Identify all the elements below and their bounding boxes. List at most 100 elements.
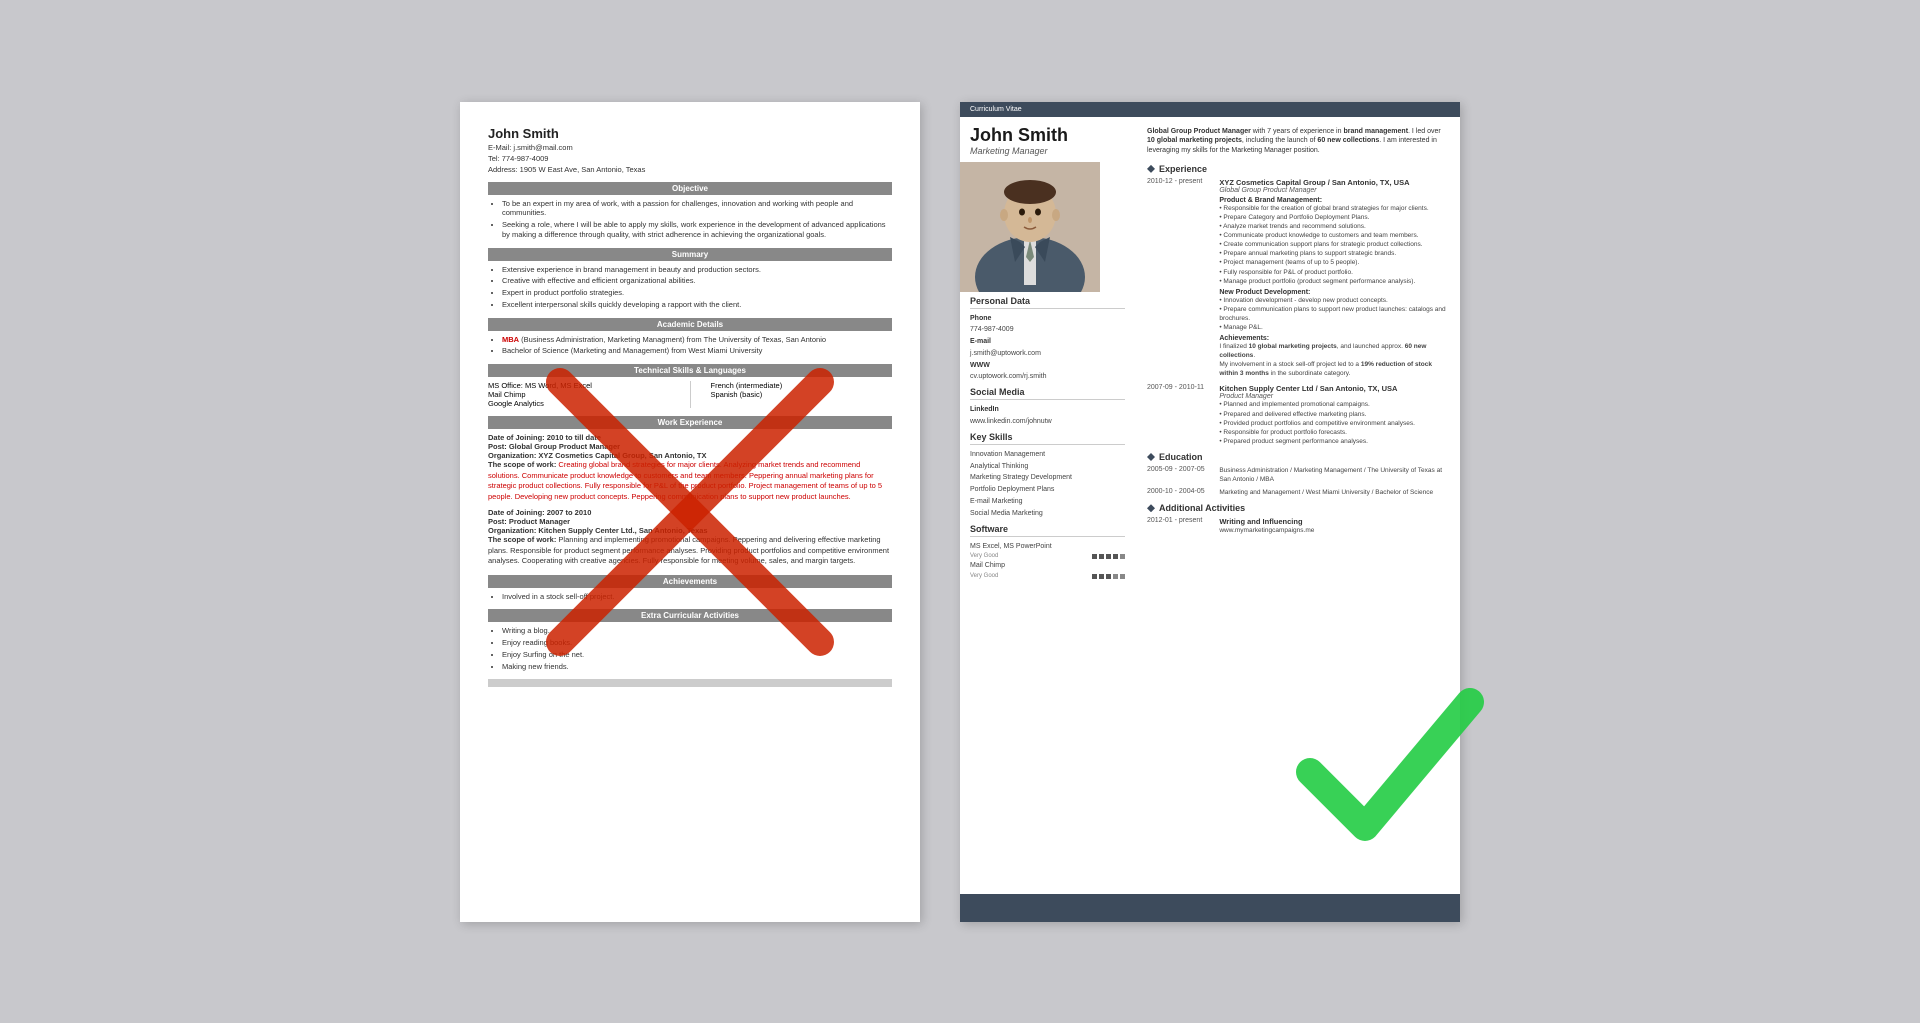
summary-list: Extensive experience in brand management… <box>488 265 892 310</box>
act1-text: www.mymarketingcampaigns.me <box>1219 526 1448 535</box>
npd-b2: • Prepare communication plans to support… <box>1219 305 1448 323</box>
job2-b1: • Planned and implemented promotional ca… <box>1219 400 1448 409</box>
social-title: Social Media <box>970 387 1125 400</box>
pb-b9: • Manage product portfolio (product segm… <box>1219 277 1448 286</box>
edu1-text: Business Administration / Marketing Mana… <box>1219 466 1448 484</box>
personal-data-title: Personal Data <box>970 296 1125 309</box>
pb-b1: • Responsible for the creation of global… <box>1219 204 1448 213</box>
skill-r1: French (intermediate) <box>711 381 893 390</box>
main-container: John Smith E-Mail: j.smith@mail.com Tel:… <box>420 62 1500 962</box>
dot-4 <box>1113 554 1118 559</box>
edu2-detail: Marketing and Management / West Miami Un… <box>1219 488 1448 497</box>
job2-joining: Date of Joining: 2007 to 2010 <box>488 508 892 517</box>
activities-title: Additional Activities <box>1147 503 1448 513</box>
social-linkedin: www.linkedin.com/johnutw <box>960 416 1135 428</box>
academic-item-1: MBA (Business Administration, Marketing … <box>502 335 892 345</box>
job2-row: 2007-09 - 2010-11 Kitchen Supply Center … <box>1147 384 1448 445</box>
pb-b2: • Prepare Category and Portfolio Deploym… <box>1219 213 1448 222</box>
extra-3: Enjoy Surfing on the net. <box>502 650 892 660</box>
software-2-dots <box>1092 574 1125 579</box>
edu2-dates: 2000-10 - 2004-05 <box>1147 488 1211 497</box>
intro-text: Global Group Product Manager with 7 year… <box>1147 127 1448 156</box>
job1-ach-text: I finalized 10 global marketing projects… <box>1219 342 1448 378</box>
pb-b6: • Prepare annual marketing plans to supp… <box>1219 249 1448 258</box>
software-1-dots <box>1092 554 1125 559</box>
skills-right: French (intermediate) Spanish (basic) <box>711 381 893 408</box>
skills-row: MS Office: MS Word, MS Excel Mail Chimp … <box>488 381 892 408</box>
extra-4: Making new friends. <box>502 662 892 672</box>
job2-b3: • Provided product portfolios and compet… <box>1219 419 1448 428</box>
social-linkedin-label: LinkedIn <box>960 404 1135 416</box>
job2-details: Kitchen Supply Center Ltd / San Antonio,… <box>1219 384 1448 445</box>
job2-b4: • Responsible for product portfolio fore… <box>1219 428 1448 437</box>
summary-item-3: Expert in product portfolio strategies. <box>502 288 892 298</box>
job1-post: Post: Global Group Product Manager <box>488 442 892 451</box>
dot-1 <box>1092 554 1097 559</box>
person-photo <box>960 162 1100 292</box>
software-2-bar: Very Good <box>960 572 1135 580</box>
email-label: E-mail <box>970 338 991 345</box>
work-header: Work Experience <box>488 416 892 429</box>
left-address: Address: 1905 W East Ave, San Antonio, T… <box>488 165 892 174</box>
objective-item-1: To be an expert in my area of work, with… <box>502 199 892 219</box>
personal-email-label: E-mail <box>960 336 1135 348</box>
job1-row: 2010-12 - present XYZ Cosmetics Capital … <box>1147 178 1448 379</box>
personal-www: cv.uptowork.com/rj.smith <box>960 371 1135 383</box>
job2-role: Product Manager <box>1219 393 1448 400</box>
left-email: E-Mail: j.smith@mail.com <box>488 143 892 152</box>
personal-phone: 774-987-4009 <box>960 324 1135 336</box>
objective-item-2: Seeking a role, where I will be able to … <box>502 220 892 240</box>
edu1-dates: 2005-09 - 2007-05 <box>1147 466 1211 484</box>
pb-b7: • Project management (teams of up to 5 p… <box>1219 258 1448 267</box>
job1-joining: Date of Joining: 2010 to till date <box>488 433 892 442</box>
software-2-label: Very Good <box>970 573 998 579</box>
skills-title: Key Skills <box>970 432 1125 445</box>
dot-2 <box>1099 554 1104 559</box>
job-1: Date of Joining: 2010 to till date Post:… <box>488 433 892 502</box>
bottom-bar-left <box>488 679 892 687</box>
extra-list: Writing a blog. Enjoy reading books. Enj… <box>488 626 892 671</box>
edu1-detail: Business Administration / Marketing Mana… <box>1219 466 1448 484</box>
dot2-3 <box>1106 574 1111 579</box>
right-name: John Smith <box>970 125 1125 146</box>
job1-scope: The scope of work: Creating global brand… <box>488 460 892 502</box>
achievements-header: Achievements <box>488 575 892 588</box>
job1-pb-label: Product & Brand Management: <box>1219 197 1448 204</box>
skill-l2: Mail Chimp <box>488 390 670 399</box>
dot2-5 <box>1120 574 1125 579</box>
summary-header: Summary <box>488 248 892 261</box>
left-panel: John Smith Marketing Manager <box>960 117 1135 894</box>
phone-label: Phone <box>970 315 991 322</box>
personal-phone-label: Phone <box>960 313 1135 325</box>
right-title: Marketing Manager <box>970 146 1125 156</box>
job1-details: XYZ Cosmetics Capital Group / San Antoni… <box>1219 178 1448 379</box>
job1-npd-label: New Product Development: <box>1219 289 1448 296</box>
education-title: Education <box>1147 452 1448 462</box>
pb-b3: • Analyze market trends and recommend so… <box>1219 222 1448 231</box>
job2-scope: The scope of work: Planning and implemen… <box>488 535 892 567</box>
skills-header: Technical Skills & Languages <box>488 364 892 377</box>
job2-b5: • Prepared product segment performance a… <box>1219 437 1448 446</box>
extra-1: Writing a blog. <box>502 626 892 636</box>
objective-list: To be an expert in my area of work, with… <box>488 199 892 240</box>
skill-l1: MS Office: MS Word, MS Excel <box>488 381 670 390</box>
extra-2: Enjoy reading books. <box>502 638 892 648</box>
job1-dates: 2010-12 - present <box>1147 178 1211 379</box>
summary-item-1: Extensive experience in brand management… <box>502 265 892 275</box>
software-title: Software <box>970 524 1125 537</box>
dot2-1 <box>1092 574 1097 579</box>
job2-dates: 2007-09 - 2010-11 <box>1147 384 1211 445</box>
skill-l3: Google Analytics <box>488 399 670 408</box>
skill-5: E-mail Marketing <box>960 496 1135 508</box>
act1-label: Writing and Influencing <box>1219 517 1448 526</box>
bottom-bar-right <box>960 894 1460 922</box>
skills-left: MS Office: MS Word, MS Excel Mail Chimp … <box>488 381 670 408</box>
personal-email: j.smith@uptowork.com <box>960 348 1135 360</box>
skill-r2: Spanish (basic) <box>711 390 893 399</box>
skill-1: Innovation Management <box>960 449 1135 461</box>
job1-org: Organization: XYZ Cosmetics Capital Grou… <box>488 451 892 460</box>
job1-role: Global Group Product Manager <box>1219 187 1448 194</box>
job2-b2: • Prepared and delivered effective marke… <box>1219 410 1448 419</box>
skill-2: Analytical Thinking <box>960 461 1135 473</box>
act1-detail: Writing and Influencing www.mymarketingc… <box>1219 517 1448 535</box>
